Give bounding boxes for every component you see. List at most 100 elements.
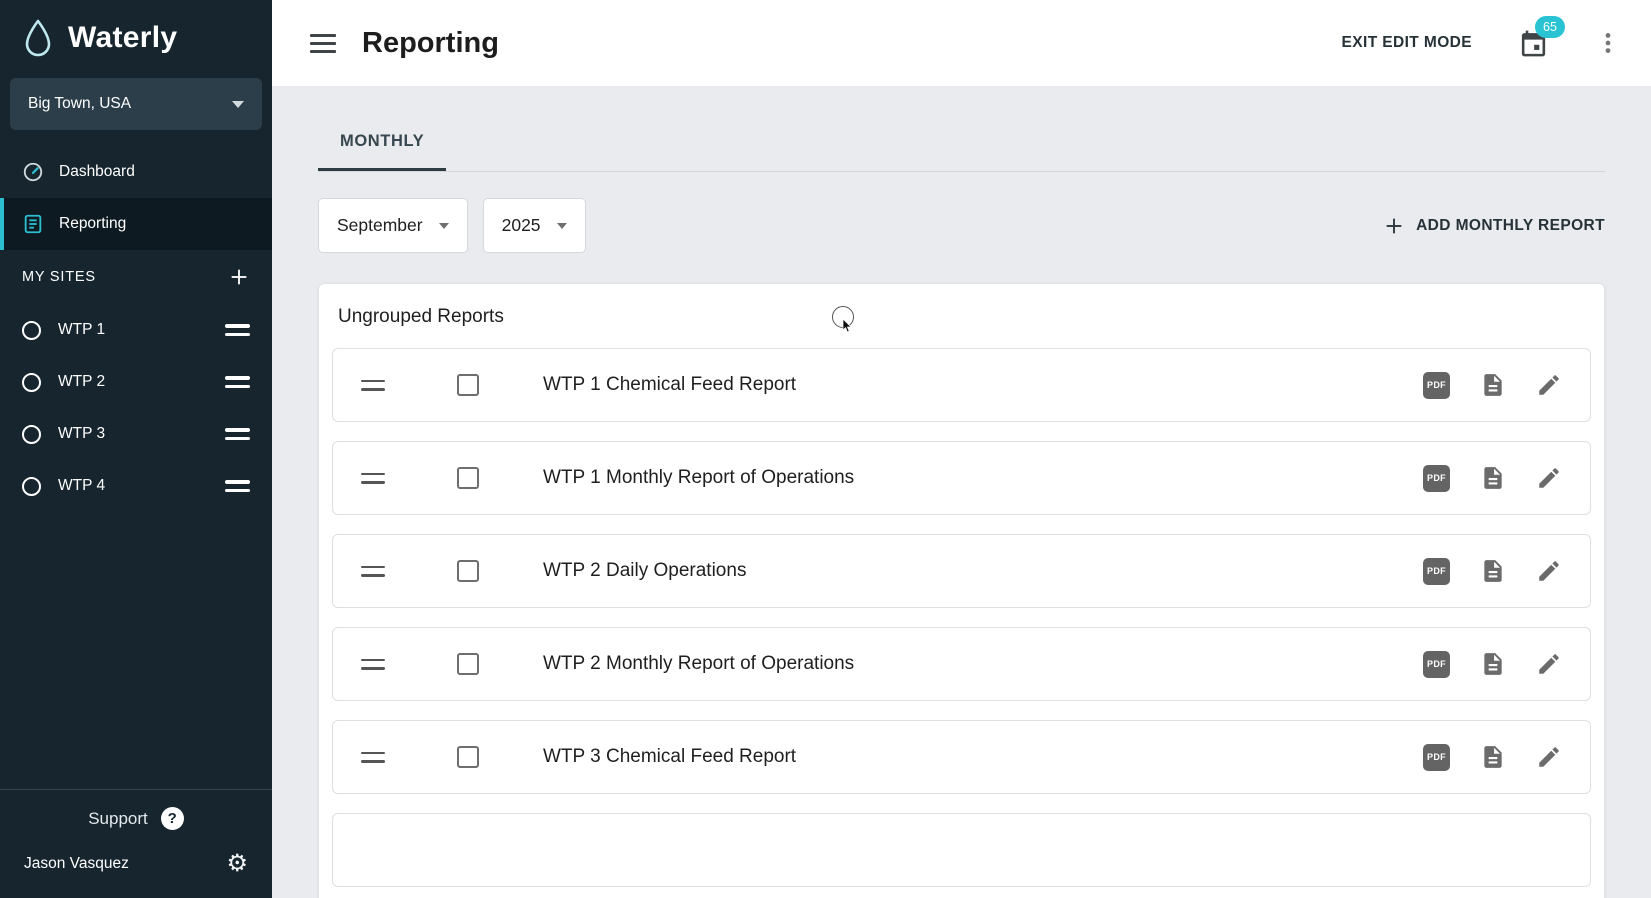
- edit-pencil-icon[interactable]: [1536, 372, 1562, 398]
- drag-handle-icon[interactable]: [361, 473, 385, 484]
- report-row-partial: [332, 813, 1591, 887]
- content-column: Reporting EXIT EDIT MODE 65 MONTHLY Sept…: [272, 0, 1651, 898]
- reporting-document-icon: [22, 213, 44, 235]
- pdf-icon[interactable]: PDF: [1423, 558, 1450, 585]
- sidebar-item-reporting[interactable]: Reporting: [0, 198, 272, 250]
- sidebar-site-wtp1[interactable]: WTP 1: [0, 304, 272, 356]
- sidebar-site-wtp3[interactable]: WTP 3: [0, 408, 272, 460]
- user-row: Jason Vasquez: [0, 844, 272, 898]
- report-checkbox[interactable]: [457, 467, 479, 489]
- pdf-icon[interactable]: PDF: [1423, 651, 1450, 678]
- drag-handle-icon[interactable]: [225, 428, 250, 440]
- add-site-plus-icon[interactable]: [228, 266, 250, 288]
- top-bar-actions: EXIT EDIT MODE 65: [1342, 28, 1621, 59]
- document-icon[interactable]: [1480, 558, 1506, 584]
- sidebar-item-label: Reporting: [59, 215, 126, 233]
- report-title: WTP 3 Chemical Feed Report: [543, 746, 796, 768]
- report-checkbox[interactable]: [457, 374, 479, 396]
- user-name: Jason Vasquez: [24, 855, 129, 873]
- edit-pencil-icon[interactable]: [1536, 558, 1562, 584]
- add-monthly-report-button[interactable]: ADD MONTHLY REPORT: [1383, 215, 1605, 237]
- site-label: WTP 4: [58, 477, 105, 495]
- page-title: Reporting: [362, 27, 499, 60]
- drag-handle-icon[interactable]: [361, 752, 385, 763]
- chevron-down-icon: [439, 223, 449, 229]
- document-icon[interactable]: [1480, 465, 1506, 491]
- tab-monthly[interactable]: MONTHLY: [318, 132, 446, 171]
- drag-handle-icon[interactable]: [361, 566, 385, 577]
- hamburger-menu-icon[interactable]: [310, 34, 336, 53]
- edit-pencil-icon[interactable]: [1536, 651, 1562, 677]
- report-actions: PDF: [1423, 372, 1590, 399]
- waterly-drop-icon: [22, 18, 54, 58]
- report-row: WTP 3 Chemical Feed Report PDF: [332, 720, 1591, 794]
- site-selector-value: Big Town, USA: [28, 95, 131, 113]
- report-checkbox[interactable]: [457, 560, 479, 582]
- calendar-button[interactable]: 65: [1518, 28, 1549, 59]
- drag-handle-icon[interactable]: [361, 659, 385, 670]
- sidebar-item-label: Dashboard: [59, 163, 135, 181]
- add-monthly-report-label: ADD MONTHLY REPORT: [1416, 217, 1605, 235]
- ungrouped-reports-card: Ungrouped Reports WTP 1 Chemical Feed Re…: [318, 283, 1605, 898]
- year-select[interactable]: 2025: [483, 198, 586, 253]
- report-row: WTP 1 Chemical Feed Report PDF: [332, 348, 1591, 422]
- site-label: WTP 1: [58, 321, 105, 339]
- site-radio-icon[interactable]: [22, 477, 41, 496]
- app-window: Waterly Big Town, USA Dashboard Reportin…: [0, 0, 1651, 898]
- sidebar-item-dashboard[interactable]: Dashboard: [0, 146, 272, 198]
- chevron-down-icon: [232, 101, 244, 108]
- edit-pencil-icon[interactable]: [1536, 465, 1562, 491]
- mouse-cursor: [832, 306, 854, 328]
- report-checkbox[interactable]: [457, 746, 479, 768]
- site-label: WTP 3: [58, 425, 105, 443]
- sidebar-site-wtp2[interactable]: WTP 2: [0, 356, 272, 408]
- report-title: WTP 1 Monthly Report of Operations: [543, 467, 854, 489]
- report-checkbox[interactable]: [457, 653, 479, 675]
- drag-handle-icon[interactable]: [225, 480, 250, 492]
- report-title: WTP 2 Monthly Report of Operations: [543, 653, 854, 675]
- plus-icon: [1383, 215, 1405, 237]
- more-options-kebab-icon[interactable]: [1595, 30, 1621, 56]
- document-icon[interactable]: [1480, 372, 1506, 398]
- support-label: Support: [88, 809, 148, 829]
- report-row: WTP 1 Monthly Report of Operations PDF: [332, 441, 1591, 515]
- report-title: WTP 2 Daily Operations: [543, 560, 746, 582]
- site-radio-icon[interactable]: [22, 373, 41, 392]
- dashboard-gauge-icon: [22, 161, 44, 183]
- document-icon[interactable]: [1480, 744, 1506, 770]
- settings-gear-icon[interactable]: [226, 852, 248, 876]
- my-sites-label: MY SITES: [22, 269, 96, 285]
- drag-handle-icon[interactable]: [225, 324, 250, 336]
- report-actions: PDF: [1423, 465, 1590, 492]
- pdf-icon[interactable]: PDF: [1423, 465, 1450, 492]
- calendar-badge: 65: [1535, 16, 1565, 38]
- support-link[interactable]: Support: [0, 789, 272, 844]
- site-label: WTP 2: [58, 373, 105, 391]
- help-question-icon[interactable]: [161, 807, 184, 830]
- edit-pencil-icon[interactable]: [1536, 744, 1562, 770]
- sidebar-site-wtp4[interactable]: WTP 4: [0, 460, 272, 512]
- site-radio-icon[interactable]: [22, 321, 41, 340]
- report-actions: PDF: [1423, 651, 1590, 678]
- year-select-value: 2025: [502, 215, 541, 236]
- main-content: MONTHLY September 2025 ADD MONTHLY REPOR…: [272, 86, 1651, 898]
- report-row: WTP 2 Daily Operations PDF: [332, 534, 1591, 608]
- site-radio-icon[interactable]: [22, 425, 41, 444]
- brand: Waterly: [0, 0, 272, 72]
- report-actions: PDF: [1423, 558, 1590, 585]
- group-title: Ungrouped Reports: [332, 298, 1591, 348]
- document-icon[interactable]: [1480, 651, 1506, 677]
- report-actions: PDF: [1423, 744, 1590, 771]
- chevron-down-icon: [557, 223, 567, 229]
- tabs-bar: MONTHLY: [318, 86, 1605, 172]
- report-row: WTP 2 Monthly Report of Operations PDF: [332, 627, 1591, 701]
- site-selector-dropdown[interactable]: Big Town, USA: [10, 78, 262, 130]
- pdf-icon[interactable]: PDF: [1423, 372, 1450, 399]
- sidebar: Waterly Big Town, USA Dashboard Reportin…: [0, 0, 272, 898]
- drag-handle-icon[interactable]: [361, 380, 385, 391]
- pdf-icon[interactable]: PDF: [1423, 744, 1450, 771]
- drag-handle-icon[interactable]: [225, 376, 250, 388]
- top-bar: Reporting EXIT EDIT MODE 65: [272, 0, 1651, 86]
- month-select[interactable]: September: [318, 198, 468, 253]
- exit-edit-mode-button[interactable]: EXIT EDIT MODE: [1342, 34, 1472, 52]
